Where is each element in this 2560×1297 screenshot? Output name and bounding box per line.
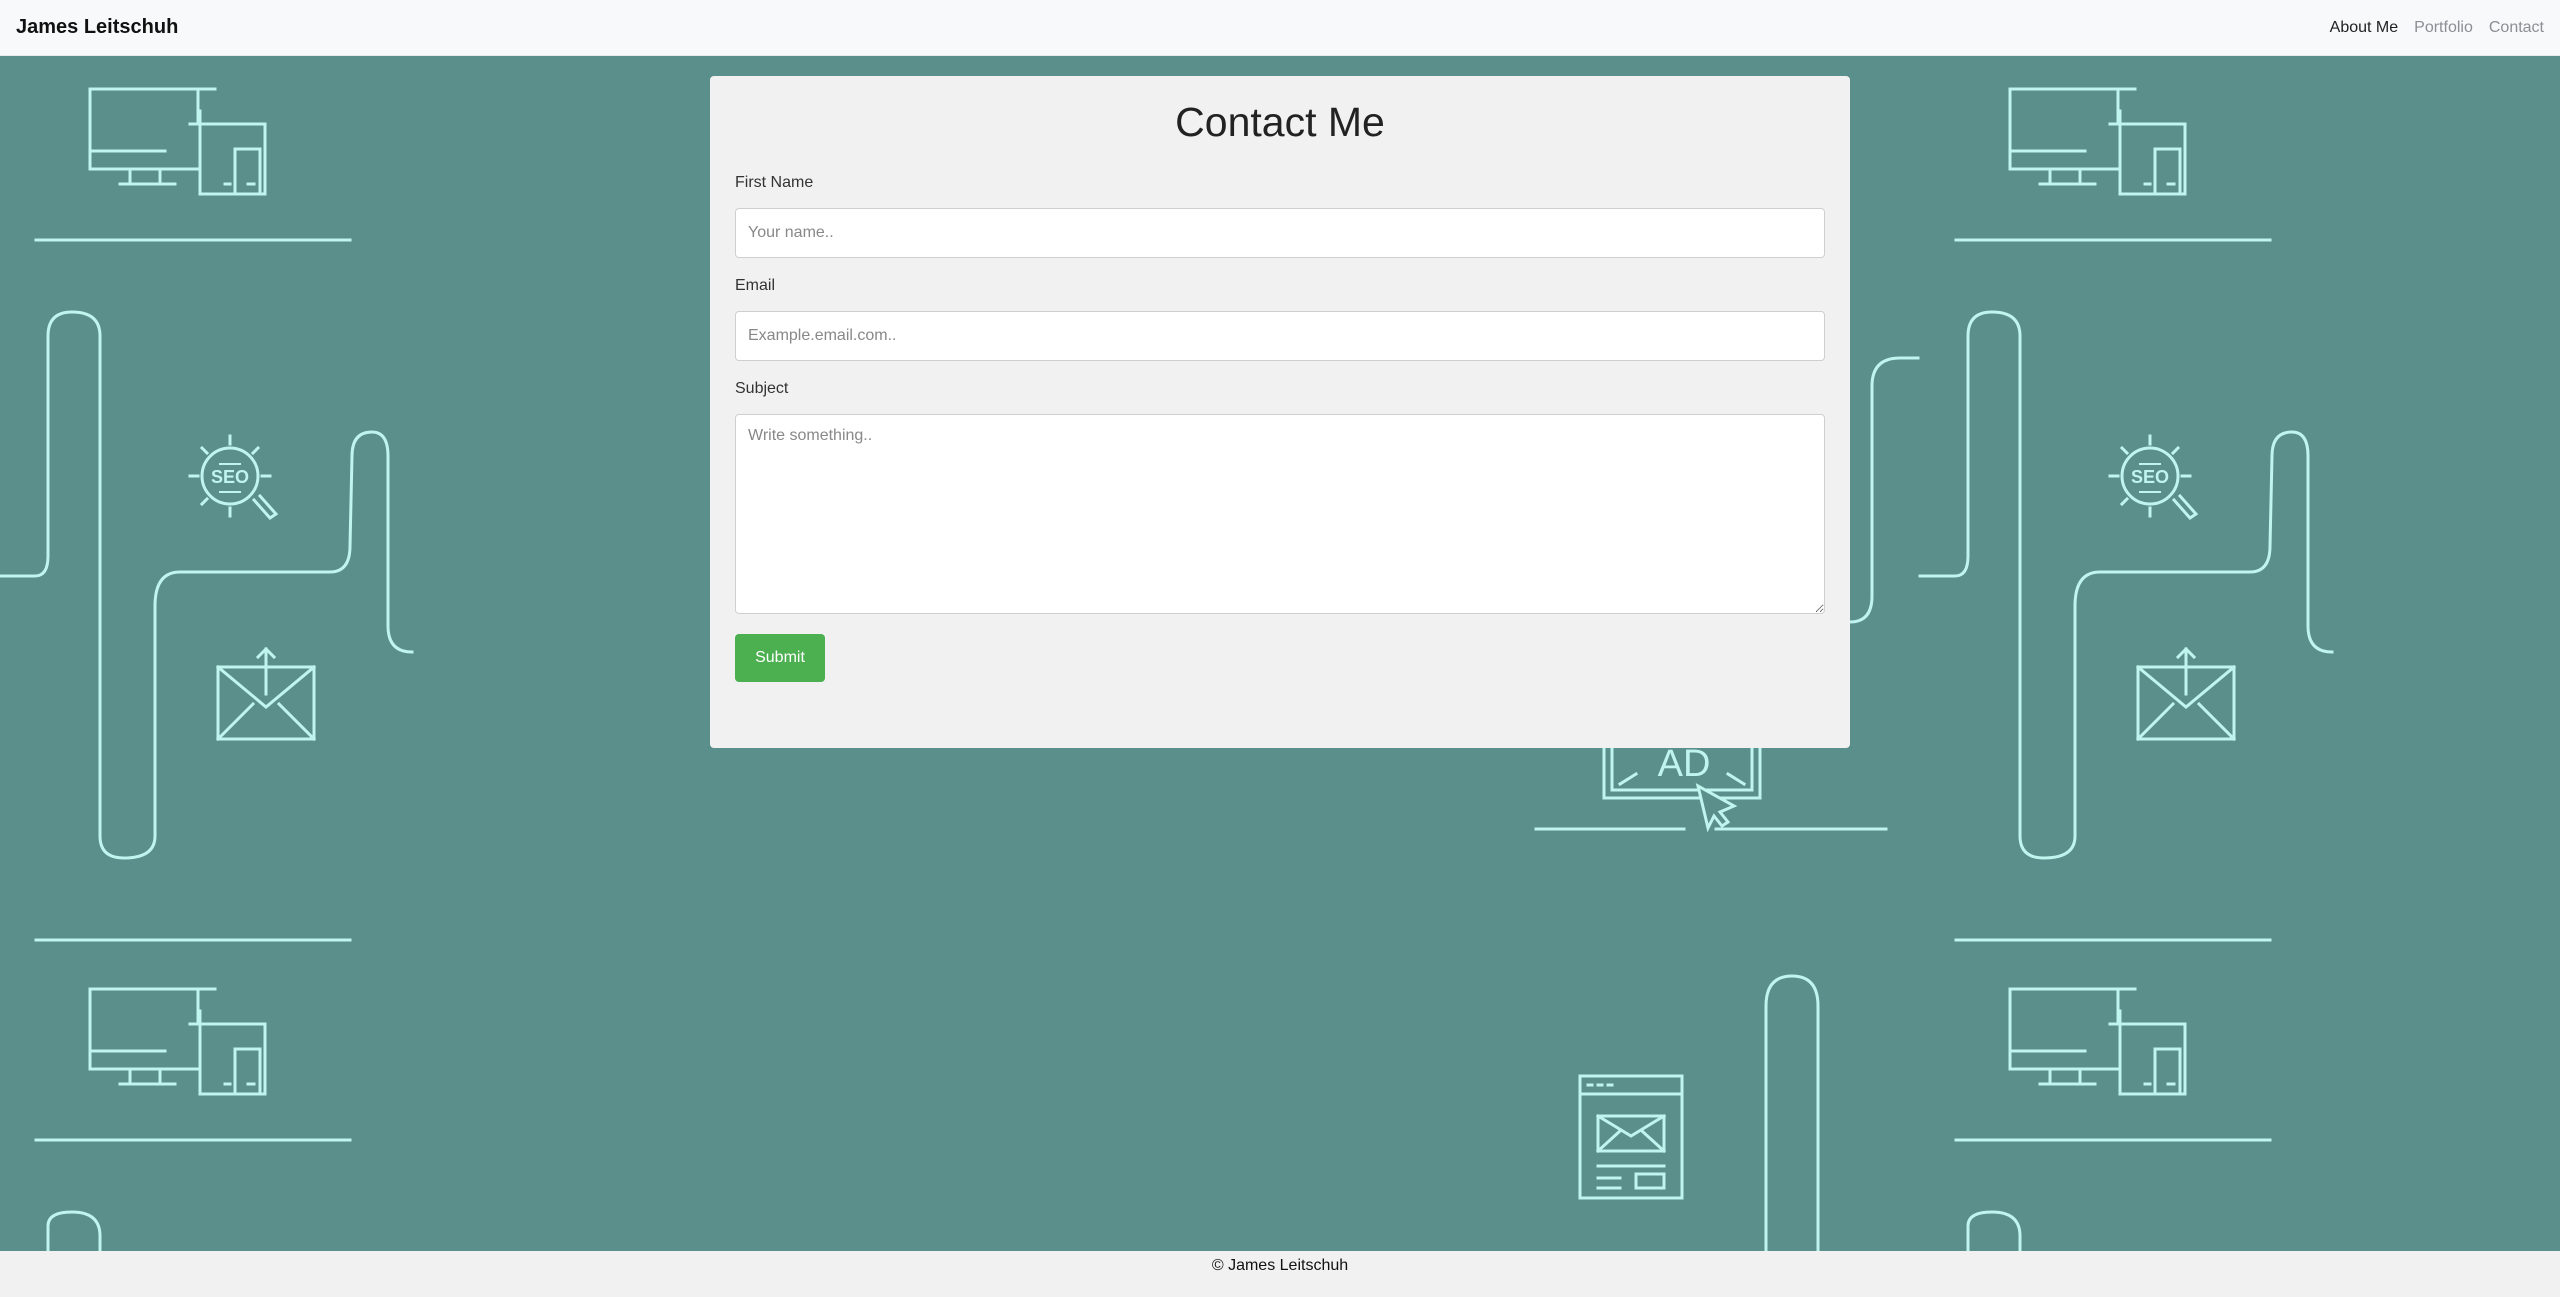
first-name-input[interactable] bbox=[735, 208, 1825, 258]
subject-textarea[interactable] bbox=[735, 414, 1825, 614]
footer-copyright: © James Leitschuh bbox=[1211, 1257, 1349, 1274]
nav-link-contact[interactable]: Contact bbox=[2489, 19, 2544, 37]
footer: © James Leitschuh bbox=[0, 1251, 2560, 1297]
nav-links: About Me Portfolio Contact bbox=[2330, 19, 2544, 37]
contact-form-card: Contact Me First Name Email Subject Subm… bbox=[710, 76, 1850, 748]
nav-link-about[interactable]: About Me bbox=[2330, 19, 2398, 37]
email-input[interactable] bbox=[735, 311, 1825, 361]
brand-title[interactable]: James Leitschuh bbox=[16, 16, 178, 39]
email-label: Email bbox=[735, 277, 776, 294]
navbar: James Leitschuh About Me Portfolio Conta… bbox=[0, 0, 2560, 56]
first-name-label: First Name bbox=[735, 174, 814, 191]
subject-label: Subject bbox=[735, 380, 789, 397]
nav-link-portfolio[interactable]: Portfolio bbox=[2414, 19, 2473, 37]
page-title: Contact Me bbox=[1175, 99, 1385, 145]
submit-button[interactable]: Submit bbox=[735, 634, 825, 682]
svg-text:AD: AD bbox=[1658, 743, 1711, 785]
